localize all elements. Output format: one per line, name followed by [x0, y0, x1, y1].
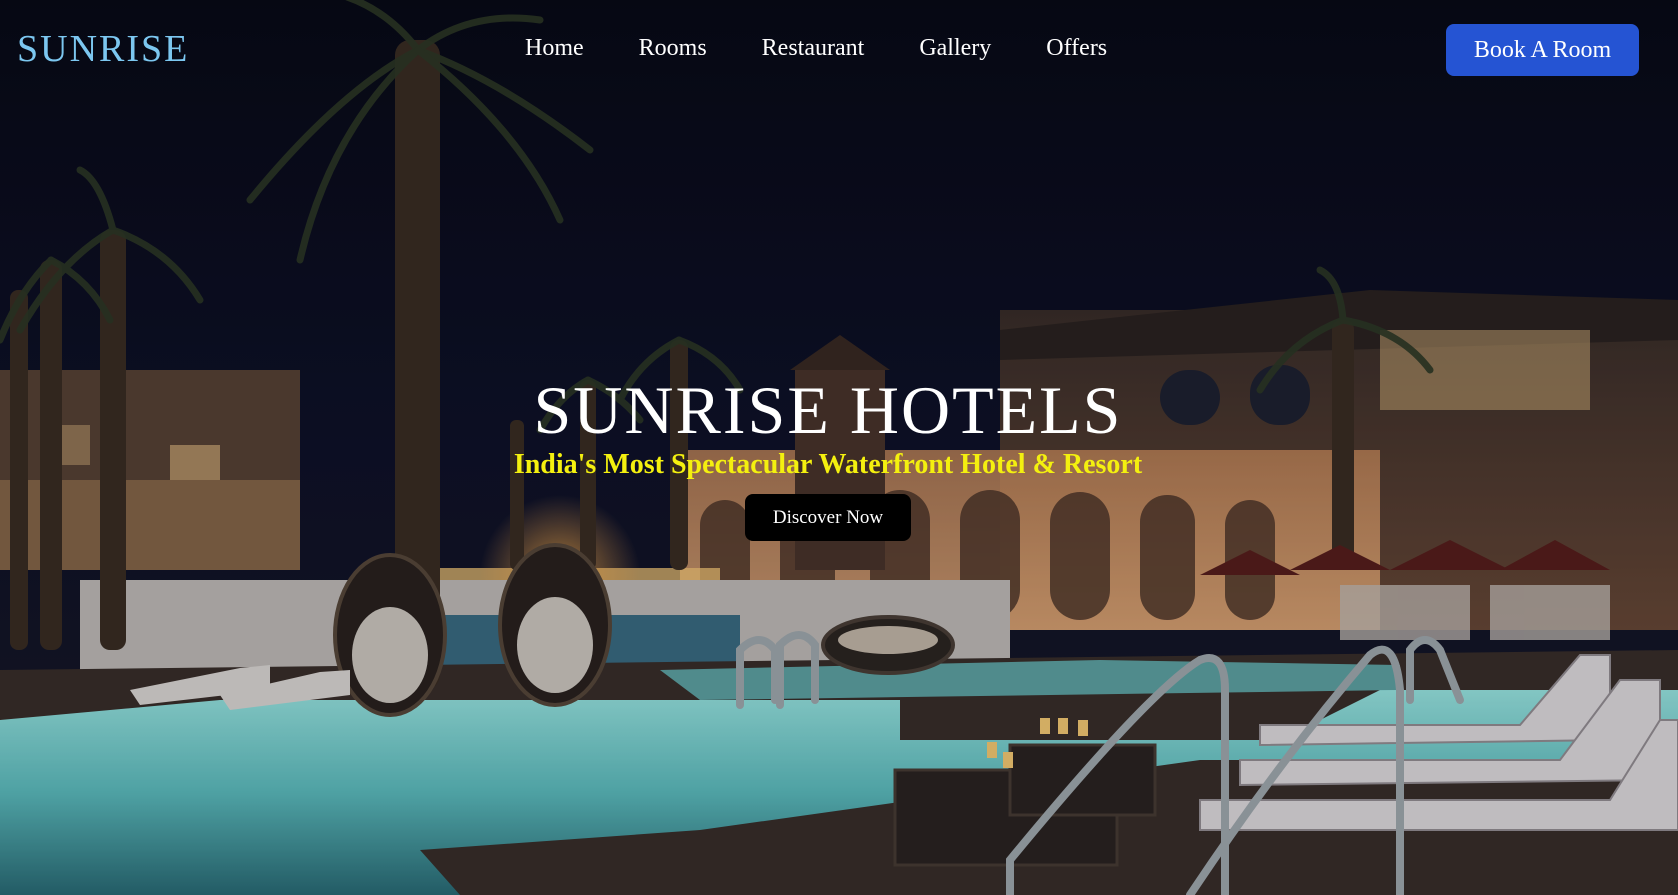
nav-item-offers[interactable]: Offers: [1046, 35, 1107, 62]
brand-logo[interactable]: SUNRISE: [17, 27, 189, 71]
nav-item-restaurant[interactable]: Restaurant: [762, 35, 865, 62]
discover-now-button[interactable]: Discover Now: [745, 494, 911, 541]
main-nav: Home Rooms Restaurant Gallery Offers: [525, 35, 1107, 62]
hero-title: SUNRISE HOTELS: [533, 372, 1123, 448]
hero-subtitle: India's Most Spectacular Waterfront Hote…: [513, 449, 1143, 480]
nav-item-gallery[interactable]: Gallery: [919, 35, 991, 62]
nav-item-rooms[interactable]: Rooms: [639, 35, 707, 62]
hero-section: SUNRISE Home Rooms Restaurant Gallery Of…: [0, 0, 1678, 895]
book-a-room-button[interactable]: Book A Room: [1446, 24, 1639, 76]
nav-item-home[interactable]: Home: [525, 35, 584, 62]
top-navbar: SUNRISE Home Rooms Restaurant Gallery Of…: [0, 0, 1678, 100]
hero-content: SUNRISE HOTELS India's Most Spectacular …: [0, 372, 1656, 541]
